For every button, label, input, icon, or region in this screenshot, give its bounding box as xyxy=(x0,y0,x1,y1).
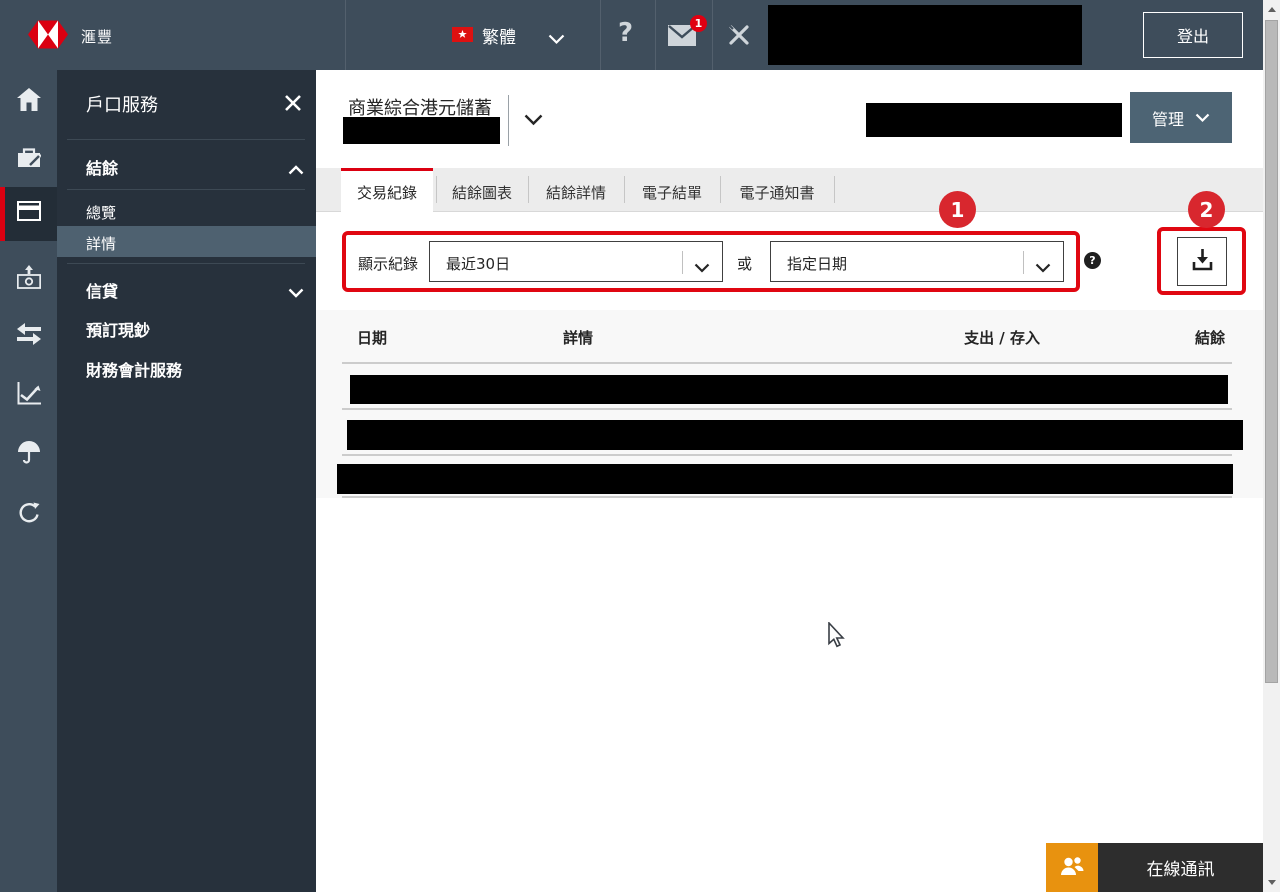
payments-icon[interactable] xyxy=(17,265,41,289)
redacted-user-info xyxy=(768,5,1082,65)
tab-balance-chart[interactable]: 結餘圖表 xyxy=(436,182,528,203)
sidebar-item-details[interactable]: 詳情 xyxy=(86,233,116,254)
row-divider xyxy=(342,408,1232,410)
redacted-table-row xyxy=(337,464,1233,494)
header-divider xyxy=(345,0,346,70)
header-divider xyxy=(712,0,713,70)
language-selector-label[interactable]: 繁體 xyxy=(482,23,516,48)
investments-icon[interactable] xyxy=(17,382,41,406)
rail-active-indicator xyxy=(0,187,5,241)
annotation-box-2 xyxy=(1157,227,1246,295)
row-divider xyxy=(342,362,1232,364)
hk-flag-icon xyxy=(452,27,473,42)
sidebar-item-overview[interactable]: 總覽 xyxy=(86,202,116,223)
header-divider xyxy=(655,0,656,70)
transfers-icon[interactable] xyxy=(17,323,41,347)
chat-button[interactable]: 在線通訊 xyxy=(1098,843,1263,892)
header-divider xyxy=(600,0,601,70)
hsbc-logo[interactable]: 滙豐 xyxy=(28,20,113,53)
sidebar-item-reserve-cash[interactable]: 預訂現鈔 xyxy=(86,317,150,341)
redacted-account-number xyxy=(343,117,500,144)
accounts-cards-icon[interactable] xyxy=(17,201,41,225)
logout-button[interactable]: 登出 xyxy=(1143,12,1243,58)
sidebar-divider xyxy=(67,189,305,190)
chevron-down-icon xyxy=(1195,108,1210,127)
row-divider xyxy=(342,496,1232,498)
annotation-box-1 xyxy=(342,231,1080,292)
filter-help-icon[interactable]: ? xyxy=(1084,252,1101,269)
chevron-down-icon[interactable] xyxy=(288,283,304,302)
manage-button[interactable]: 管理 xyxy=(1130,92,1232,143)
top-header: 滙豐 繁體 ? 1 xyxy=(0,0,1263,70)
sidebar-divider xyxy=(67,263,305,264)
account-divider xyxy=(508,95,509,146)
annotation-step-1: 1 xyxy=(939,191,976,228)
column-header-date: 日期 xyxy=(357,327,387,348)
sidebar-item-balance[interactable]: 結餘 xyxy=(86,155,118,179)
mouse-cursor xyxy=(828,622,848,654)
account-selector-chevron-icon[interactable] xyxy=(524,111,543,130)
chevron-up-icon[interactable] xyxy=(288,160,304,179)
row-divider xyxy=(342,454,1232,456)
sidebar-title: 戶口服務 xyxy=(86,91,158,117)
people-icon xyxy=(1059,855,1085,881)
scrollbar-up-arrow[interactable] xyxy=(1268,7,1276,12)
sidebar-panel xyxy=(57,70,316,892)
page: 滙豐 繁體 ? 1 xyxy=(0,0,1280,892)
redacted-table-row xyxy=(347,420,1243,450)
tools-icon[interactable] xyxy=(726,22,751,52)
close-icon[interactable] xyxy=(284,94,302,112)
chat-launcher[interactable] xyxy=(1046,843,1098,892)
products-icon[interactable] xyxy=(17,146,41,170)
column-header-balance: 結餘 xyxy=(1125,327,1225,348)
renew-icon[interactable] xyxy=(17,501,41,525)
annotation-step-2: 2 xyxy=(1188,191,1225,228)
message-count-badge: 1 xyxy=(690,15,707,32)
tab-separator xyxy=(834,176,835,203)
sidebar-divider xyxy=(67,139,305,140)
column-header-debit-credit: 支出 / 存入 xyxy=(900,327,1040,348)
column-header-details: 詳情 xyxy=(563,327,593,348)
tab-eadvice[interactable]: 電子通知書 xyxy=(720,182,834,203)
tab-estatement[interactable]: 電子結單 xyxy=(624,182,720,203)
scrollbar-down-arrow[interactable] xyxy=(1268,880,1276,885)
hsbc-hexagon-icon xyxy=(28,20,68,53)
sidebar-item-credit[interactable]: 信貸 xyxy=(86,278,118,302)
help-icon[interactable]: ? xyxy=(618,18,633,48)
redacted-table-row xyxy=(350,375,1228,404)
home-icon[interactable] xyxy=(17,88,41,112)
chevron-down-icon[interactable] xyxy=(548,30,565,49)
insurance-icon[interactable] xyxy=(17,440,41,464)
manage-label: 管理 xyxy=(1152,106,1184,130)
tab-transactions[interactable]: 交易紀錄 xyxy=(341,168,433,213)
brand-name: 滙豐 xyxy=(81,26,113,47)
scrollbar-thumb[interactable] xyxy=(1265,20,1278,683)
sidebar-item-financial-accounting[interactable]: 財務會計服務 xyxy=(86,357,182,381)
redacted-account-balance xyxy=(866,103,1122,137)
tab-balance-details[interactable]: 結餘詳情 xyxy=(528,182,624,203)
